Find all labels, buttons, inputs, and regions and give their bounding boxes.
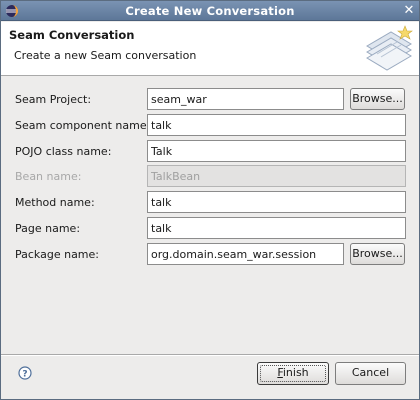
pojo-class-row: POJO class name:: [1, 140, 419, 162]
page-name-row: Page name:: [1, 217, 419, 239]
seam-project-row: Seam Project: Browse...: [1, 88, 419, 110]
component-name-row: Seam component name:: [1, 114, 419, 136]
package-name-row: Package name: Browse...: [1, 243, 419, 265]
method-name-label: Method name:: [15, 196, 95, 209]
pojo-class-field[interactable]: [147, 140, 406, 162]
package-name-label: Package name:: [15, 248, 99, 261]
component-name-field[interactable]: [147, 114, 406, 136]
banner-description: Create a new Seam conversation: [14, 49, 197, 62]
browse-package-button[interactable]: Browse...: [350, 243, 405, 265]
method-name-field[interactable]: [147, 191, 406, 213]
package-name-field[interactable]: [147, 243, 344, 265]
title-bar[interactable]: Create New Conversation ✕: [1, 1, 419, 21]
pojo-class-label: POJO class name:: [15, 145, 112, 158]
finish-focus-ring: [260, 365, 326, 382]
wizard-banner: Seam Conversation Create a new Seam conv…: [1, 22, 419, 76]
footer-separator: [1, 354, 419, 356]
banner-title: Seam Conversation: [9, 28, 135, 42]
help-icon[interactable]: ?: [18, 366, 32, 380]
close-icon[interactable]: ✕: [402, 4, 416, 18]
page-name-label: Page name:: [15, 222, 81, 235]
bean-name-field: [147, 165, 406, 187]
seam-project-field[interactable]: [147, 88, 344, 110]
bean-name-row: Bean name:: [1, 165, 419, 187]
browse-project-button[interactable]: Browse...: [350, 88, 405, 110]
cancel-button[interactable]: Cancel: [335, 362, 406, 385]
seam-project-label: Seam Project:: [15, 93, 92, 106]
component-name-label: Seam component name:: [15, 119, 151, 132]
page-name-field[interactable]: [147, 217, 406, 239]
bean-name-label: Bean name:: [15, 170, 82, 183]
wizard-banner-graphic: [366, 25, 413, 71]
create-conversation-dialog: Create New Conversation ✕ Seam Conversat…: [0, 0, 420, 400]
svg-text:?: ?: [22, 370, 27, 380]
window-title: Create New Conversation: [125, 4, 295, 18]
finish-button[interactable]: Finish: [257, 362, 329, 385]
method-name-row: Method name:: [1, 191, 419, 213]
